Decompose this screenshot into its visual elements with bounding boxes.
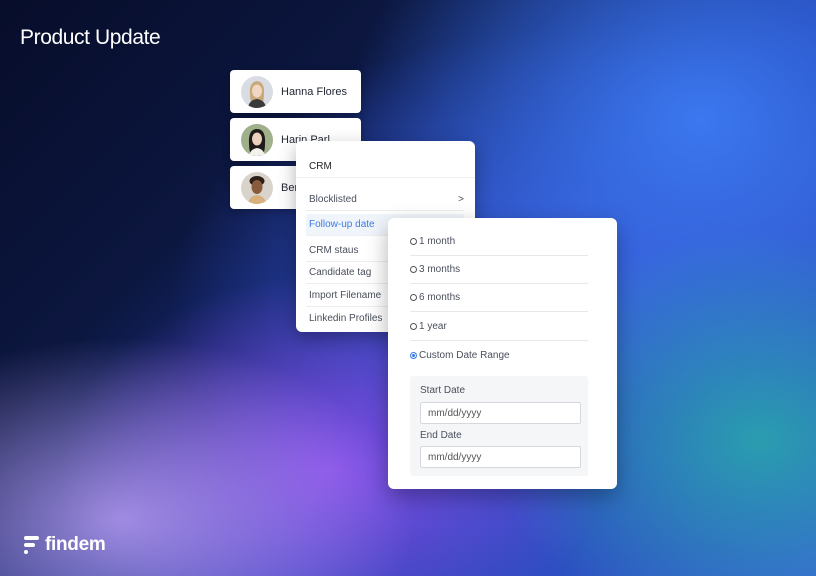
radio-button-selected[interactable] (410, 351, 417, 359)
candidate-card-1[interactable]: Hanna Flores (230, 70, 361, 113)
radio-button[interactable] (410, 294, 417, 301)
menu-item-label: Import Filename (309, 290, 382, 301)
candidate-name: Hanna Flores (281, 85, 348, 98)
avatar (241, 75, 273, 108)
page-title: Product Update (20, 26, 161, 49)
end-date-label: End Date (420, 430, 462, 441)
option-label: 1 year (419, 321, 447, 332)
option-1-month[interactable]: 1 month (410, 228, 588, 256)
brand-logo: findem (24, 534, 106, 556)
avatar (241, 123, 273, 156)
option-label: 1 month (419, 236, 456, 247)
option-3-months[interactable]: 3 months (410, 256, 588, 284)
brand-name: findem (45, 534, 106, 555)
option-custom-date-range[interactable]: Custom Date Range (410, 341, 588, 369)
follow-up-date-panel: 1 month 3 months 6 months 1 year Custom … (388, 218, 617, 489)
menu-item-label: Candidate tag (309, 267, 372, 278)
start-date-label: Start Date (420, 385, 466, 396)
menu-title: CRM (296, 141, 475, 178)
option-label: 3 months (419, 264, 461, 275)
menu-item-label: Blocklisted (309, 194, 357, 205)
menu-item-blocklisted[interactable]: Blocklisted > (306, 189, 464, 211)
menu-item-label: CRM staus (309, 245, 359, 256)
start-date-input[interactable] (420, 402, 581, 424)
radio-button[interactable] (410, 266, 417, 273)
findem-logo-icon (24, 536, 39, 554)
option-label: 6 months (419, 292, 461, 303)
menu-item-label: Linkedin Profiles (309, 312, 383, 324)
radio-button[interactable] (410, 238, 417, 245)
avatar (241, 171, 273, 204)
option-6-months[interactable]: 6 months (410, 284, 588, 312)
end-date-input[interactable] (420, 446, 581, 468)
chevron-right-icon: > (458, 194, 464, 205)
radio-button[interactable] (410, 323, 417, 330)
option-1-year[interactable]: 1 year (410, 313, 588, 341)
custom-date-range-box: Start Date End Date (410, 376, 588, 476)
menu-item-label: Follow-up date (309, 219, 375, 230)
option-label: Custom Date Range (419, 349, 510, 361)
